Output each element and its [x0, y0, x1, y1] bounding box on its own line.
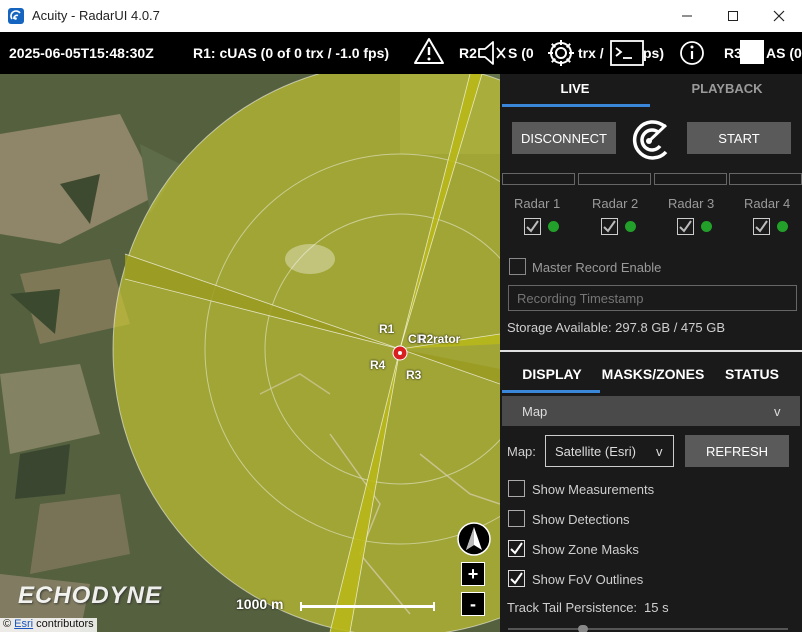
map-section-title: Map	[522, 404, 548, 419]
chevron-down-icon: v	[656, 444, 663, 459]
recording-timestamp-input[interactable]	[508, 285, 797, 311]
tab-status[interactable]: STATUS	[714, 366, 790, 382]
minimize-button[interactable]	[664, 0, 710, 32]
app-icon	[8, 8, 24, 24]
show-detections-label: Show Detections	[532, 512, 630, 527]
status-radar3-suffix: AS (0	[766, 45, 802, 61]
radar3-checkbox[interactable]	[677, 218, 694, 235]
tab-masks-zones[interactable]: MASKS/ZONES	[600, 366, 706, 382]
map-attribution: © Esri contributors	[0, 618, 97, 632]
checkmark-icon	[755, 220, 768, 233]
tab-live[interactable]: LIVE	[500, 74, 650, 106]
warning-icon[interactable]	[413, 36, 445, 66]
radar2-status-bar	[578, 173, 651, 185]
tab-playback[interactable]: PLAYBACK	[652, 74, 802, 106]
start-button[interactable]: START	[687, 122, 791, 154]
map-label-r3: R3	[406, 368, 422, 382]
gear-icon[interactable]	[545, 37, 577, 69]
radar2-label: Radar 2	[592, 196, 639, 211]
status-bar: 2025-06-05T15:48:30Z R1: cUAS (0 of 0 tr…	[0, 32, 802, 74]
echodyne-logo: ECHODYNE	[18, 582, 163, 609]
terminal-icon[interactable]	[610, 40, 644, 66]
attribution-esri-link[interactable]: Esri	[14, 618, 33, 630]
window-title: Acuity - RadarUI 4.0.7	[32, 8, 160, 23]
status-redaction-block	[740, 40, 764, 64]
map-section-header[interactable]: Map v	[502, 396, 800, 426]
operator-marker-icon[interactable]	[392, 345, 408, 361]
track-tail-label: Track Tail Persistence:	[507, 600, 638, 615]
radar1-checkbox[interactable]	[524, 218, 541, 235]
show-fov-outlines-checkbox[interactable]	[508, 570, 525, 587]
radar3-status-dot	[701, 221, 712, 232]
radar3-status-bar	[654, 173, 727, 185]
checkmark-icon	[510, 542, 523, 555]
scale-bar	[300, 602, 435, 611]
show-zone-masks-label: Show Zone Masks	[532, 542, 639, 557]
status-radar2-end: ps)	[643, 45, 664, 61]
track-tail-value: 15 s	[644, 600, 669, 615]
status-radar2-rest: trx /	[578, 45, 604, 61]
maximize-button[interactable]	[710, 0, 756, 32]
status-radar1: R1: cUAS (0 of 0 trx / -1.0 fps)	[193, 45, 390, 61]
checkmark-icon	[510, 572, 523, 585]
map-label-r1: R1	[379, 322, 395, 336]
refresh-button[interactable]: REFRESH	[685, 435, 789, 467]
attribution-suffix: contributors	[33, 618, 94, 630]
master-record-checkbox[interactable]	[509, 258, 526, 275]
scale-label: 1000 m	[236, 596, 284, 612]
map-label-r4: R4	[370, 358, 386, 372]
show-zone-masks-checkbox[interactable]	[508, 540, 525, 557]
tab-display[interactable]: DISPLAY	[504, 366, 600, 382]
zoom-in-button[interactable]: +	[461, 562, 485, 586]
checkmark-icon	[603, 220, 616, 233]
zoom-out-button[interactable]: -	[461, 592, 485, 616]
disconnect-button[interactable]: DISCONNECT	[512, 122, 616, 154]
show-measurements-checkbox[interactable]	[508, 480, 525, 497]
north-compass-icon[interactable]	[457, 522, 491, 556]
status-timestamp: 2025-06-05T15:48:30Z	[9, 45, 154, 61]
map-label-r2: R2	[418, 332, 434, 346]
show-fov-outlines-label: Show FoV Outlines	[532, 572, 644, 587]
slider-handle[interactable]	[578, 625, 588, 632]
radar1-status-bar	[502, 173, 575, 185]
radar4-status-bar	[729, 173, 802, 185]
control-panel: LIVE PLAYBACK DISCONNECT START Radar 1 R…	[500, 74, 802, 632]
attribution-copyright: ©	[3, 618, 12, 630]
section-divider	[500, 350, 802, 352]
tab-live-indicator	[502, 104, 650, 107]
radar4-checkbox[interactable]	[753, 218, 770, 235]
window-titlebar: Acuity - RadarUI 4.0.7	[0, 0, 802, 32]
status-radar2-prefix: R2	[459, 45, 477, 61]
master-record-label: Master Record Enable	[532, 260, 662, 275]
close-icon	[773, 10, 785, 22]
close-button[interactable]	[756, 0, 802, 32]
chevron-down-icon: v	[774, 404, 781, 419]
storage-available: Storage Available: 297.8 GB / 475 GB	[507, 320, 726, 335]
radar2-status-dot	[625, 221, 636, 232]
checkmark-icon	[679, 220, 692, 233]
minimize-icon	[682, 15, 692, 17]
satellite-map	[0, 74, 500, 632]
track-tail-slider[interactable]	[508, 625, 788, 632]
map-type-select[interactable]: Satellite (Esri) v	[545, 435, 674, 467]
tab-display-indicator	[502, 390, 600, 393]
checkmark-icon	[526, 220, 539, 233]
map-view[interactable]: R1 CR R2 rator R4 R3 + - ECHODYNE 1000 m…	[0, 74, 500, 632]
map-type-value: Satellite (Esri)	[555, 444, 636, 459]
radar2-checkbox[interactable]	[601, 218, 618, 235]
status-radar2-obscured: S (0	[508, 45, 534, 61]
map-label-operator: rator	[433, 332, 461, 346]
radar4-label: Radar 4	[744, 196, 791, 211]
radar4-status-dot	[777, 221, 788, 232]
info-icon[interactable]	[678, 39, 706, 67]
radar3-label: Radar 3	[668, 196, 715, 211]
radar1-label: Radar 1	[514, 196, 561, 211]
show-measurements-label: Show Measurements	[532, 482, 655, 497]
speaker-mute-icon[interactable]	[476, 39, 506, 67]
radar1-status-dot	[548, 221, 559, 232]
map-type-label: Map:	[507, 444, 536, 459]
maximize-icon	[728, 11, 738, 21]
show-detections-checkbox[interactable]	[508, 510, 525, 527]
radar-icon	[632, 120, 668, 160]
